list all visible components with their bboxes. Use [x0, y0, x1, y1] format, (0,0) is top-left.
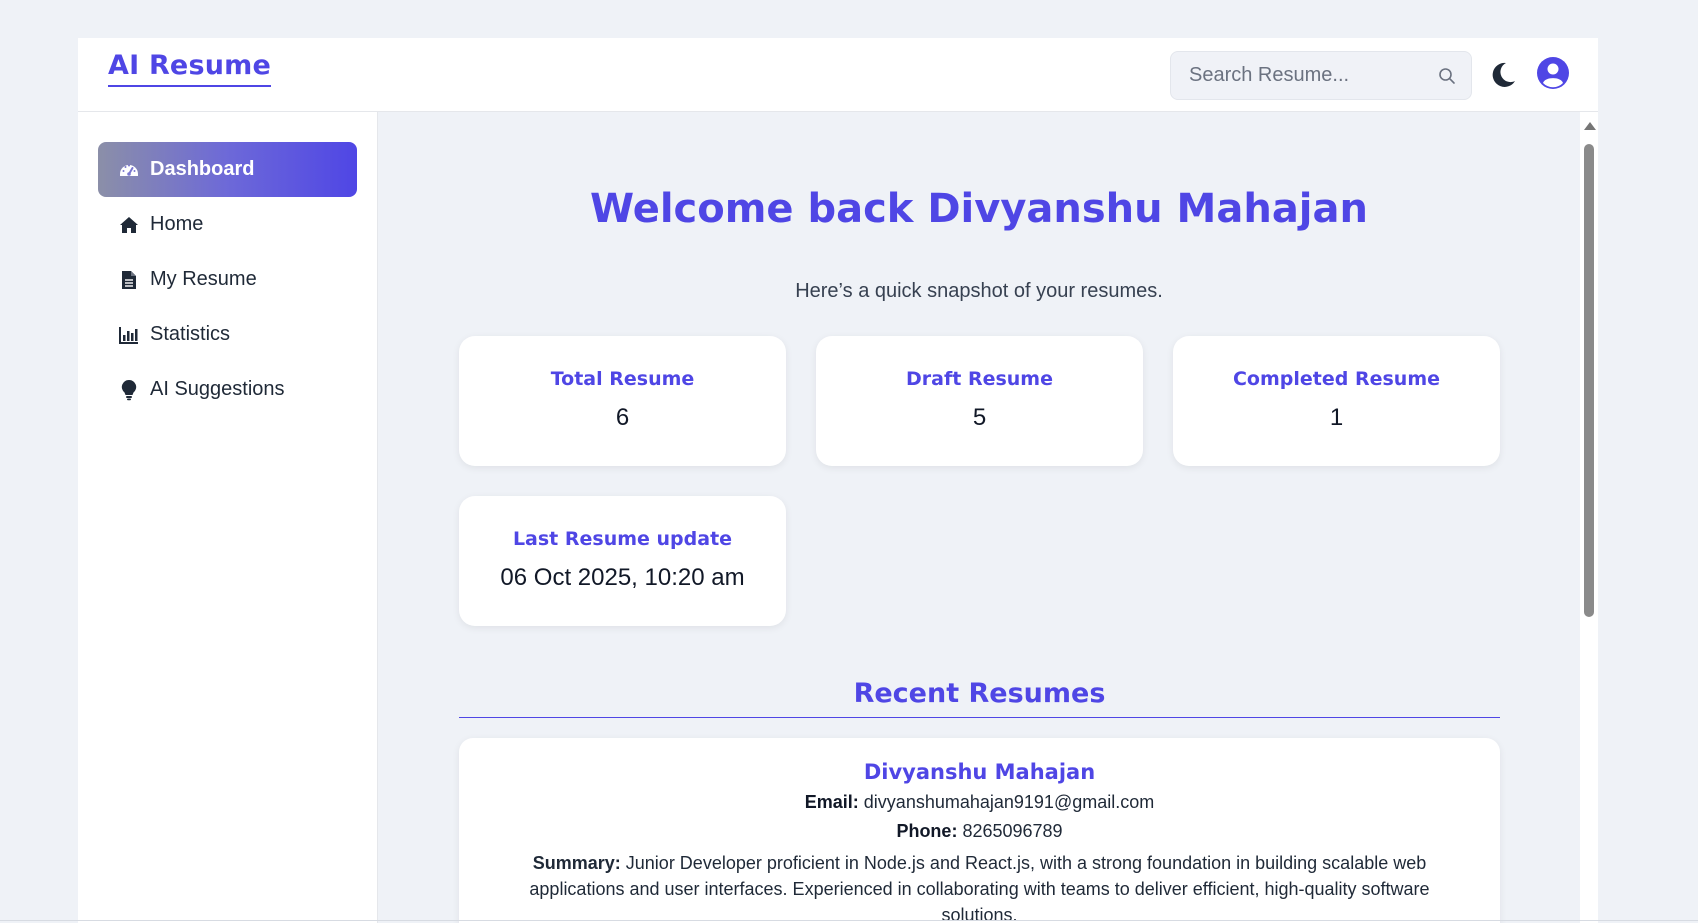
sidebar-item-ai-suggestions[interactable]: AI Suggestions	[98, 362, 357, 417]
sidebar-item-statistics[interactable]: Statistics	[98, 307, 357, 362]
page-title: Welcome back Divyanshu Mahajan	[590, 186, 1368, 232]
sidebar: Dashboard Home My Resume Statistics AI S…	[78, 112, 378, 923]
stat-value: 06 Oct 2025, 10:20 am	[500, 564, 745, 591]
sidebar-item-my-resume[interactable]: My Resume	[98, 252, 357, 307]
resume-phone: Phone: 8265096789	[459, 821, 1500, 842]
stat-title: Last Resume update	[512, 528, 733, 550]
scrollbar[interactable]	[1580, 112, 1598, 923]
stat-value: 5	[972, 404, 987, 431]
search-input[interactable]	[1171, 52, 1431, 99]
stat-title: Draft Resume	[906, 368, 1053, 390]
lightbulb-icon	[118, 379, 140, 401]
sidebar-item-label: Home	[150, 213, 204, 235]
bar-chart-icon	[118, 324, 140, 346]
sidebar-item-label: Statistics	[150, 323, 231, 345]
top-bar: AI Resume	[78, 38, 1598, 112]
stat-card-completed: Completed Resume 1	[1173, 336, 1500, 466]
phone-label: Phone:	[896, 821, 958, 841]
search-icon[interactable]	[1437, 66, 1457, 86]
stat-title: Completed Resume	[1232, 368, 1440, 390]
stat-value: 6	[615, 404, 630, 431]
sidebar-item-home[interactable]: Home	[98, 197, 357, 252]
summary-label: Summary:	[532, 853, 621, 873]
stat-card-draft: Draft Resume 5	[816, 336, 1143, 466]
stat-title: Total Resume	[550, 368, 695, 390]
sidebar-item-dashboard[interactable]: Dashboard	[98, 142, 357, 197]
summary-value: Junior Developer proficient in Node.js a…	[529, 853, 1430, 923]
page-subtitle: Here’s a quick snapshot of your resumes.	[795, 280, 1163, 302]
search-box	[1170, 51, 1472, 100]
app-window: AI Resume Search Resume... Dashboard Hom…	[78, 38, 1598, 923]
resume-name: Divyanshu Mahajan	[863, 760, 1096, 784]
user-circle-icon[interactable]	[1536, 56, 1570, 90]
window-bottom-edge	[0, 920, 1698, 921]
stat-value: 1	[1329, 404, 1344, 431]
moon-icon[interactable]	[1488, 60, 1518, 90]
resume-email: Email: divyanshumahajan9191@gmail.com	[459, 792, 1500, 813]
email-value: divyanshumahajan9191@gmail.com	[863, 792, 1155, 812]
stat-card-total: Total Resume 6	[459, 336, 786, 466]
document-icon	[118, 269, 140, 291]
sidebar-item-label: My Resume	[150, 268, 257, 290]
gauge-icon	[118, 159, 140, 181]
resume-summary: Summary: Junior Developer proficient in …	[499, 850, 1460, 923]
sidebar-item-label: AI Suggestions	[150, 378, 285, 400]
resume-card[interactable]: Divyanshu Mahajan Email: divyanshumahaja…	[459, 738, 1500, 923]
scroll-up-arrow-icon[interactable]	[1584, 122, 1596, 130]
recent-resumes-heading: Recent Resumes	[459, 678, 1500, 718]
main-content: Welcome back Divyanshu Mahajan Here’s a …	[378, 112, 1580, 923]
stat-card-last-update: Last Resume update 06 Oct 2025, 10:20 am	[459, 496, 786, 626]
brand-logo[interactable]: AI Resume	[108, 50, 271, 87]
scrollbar-thumb[interactable]	[1584, 144, 1594, 617]
phone-value: 8265096789	[962, 821, 1063, 841]
sidebar-item-label: Dashboard	[150, 158, 255, 180]
home-icon	[118, 214, 140, 236]
email-label: Email:	[804, 792, 859, 812]
